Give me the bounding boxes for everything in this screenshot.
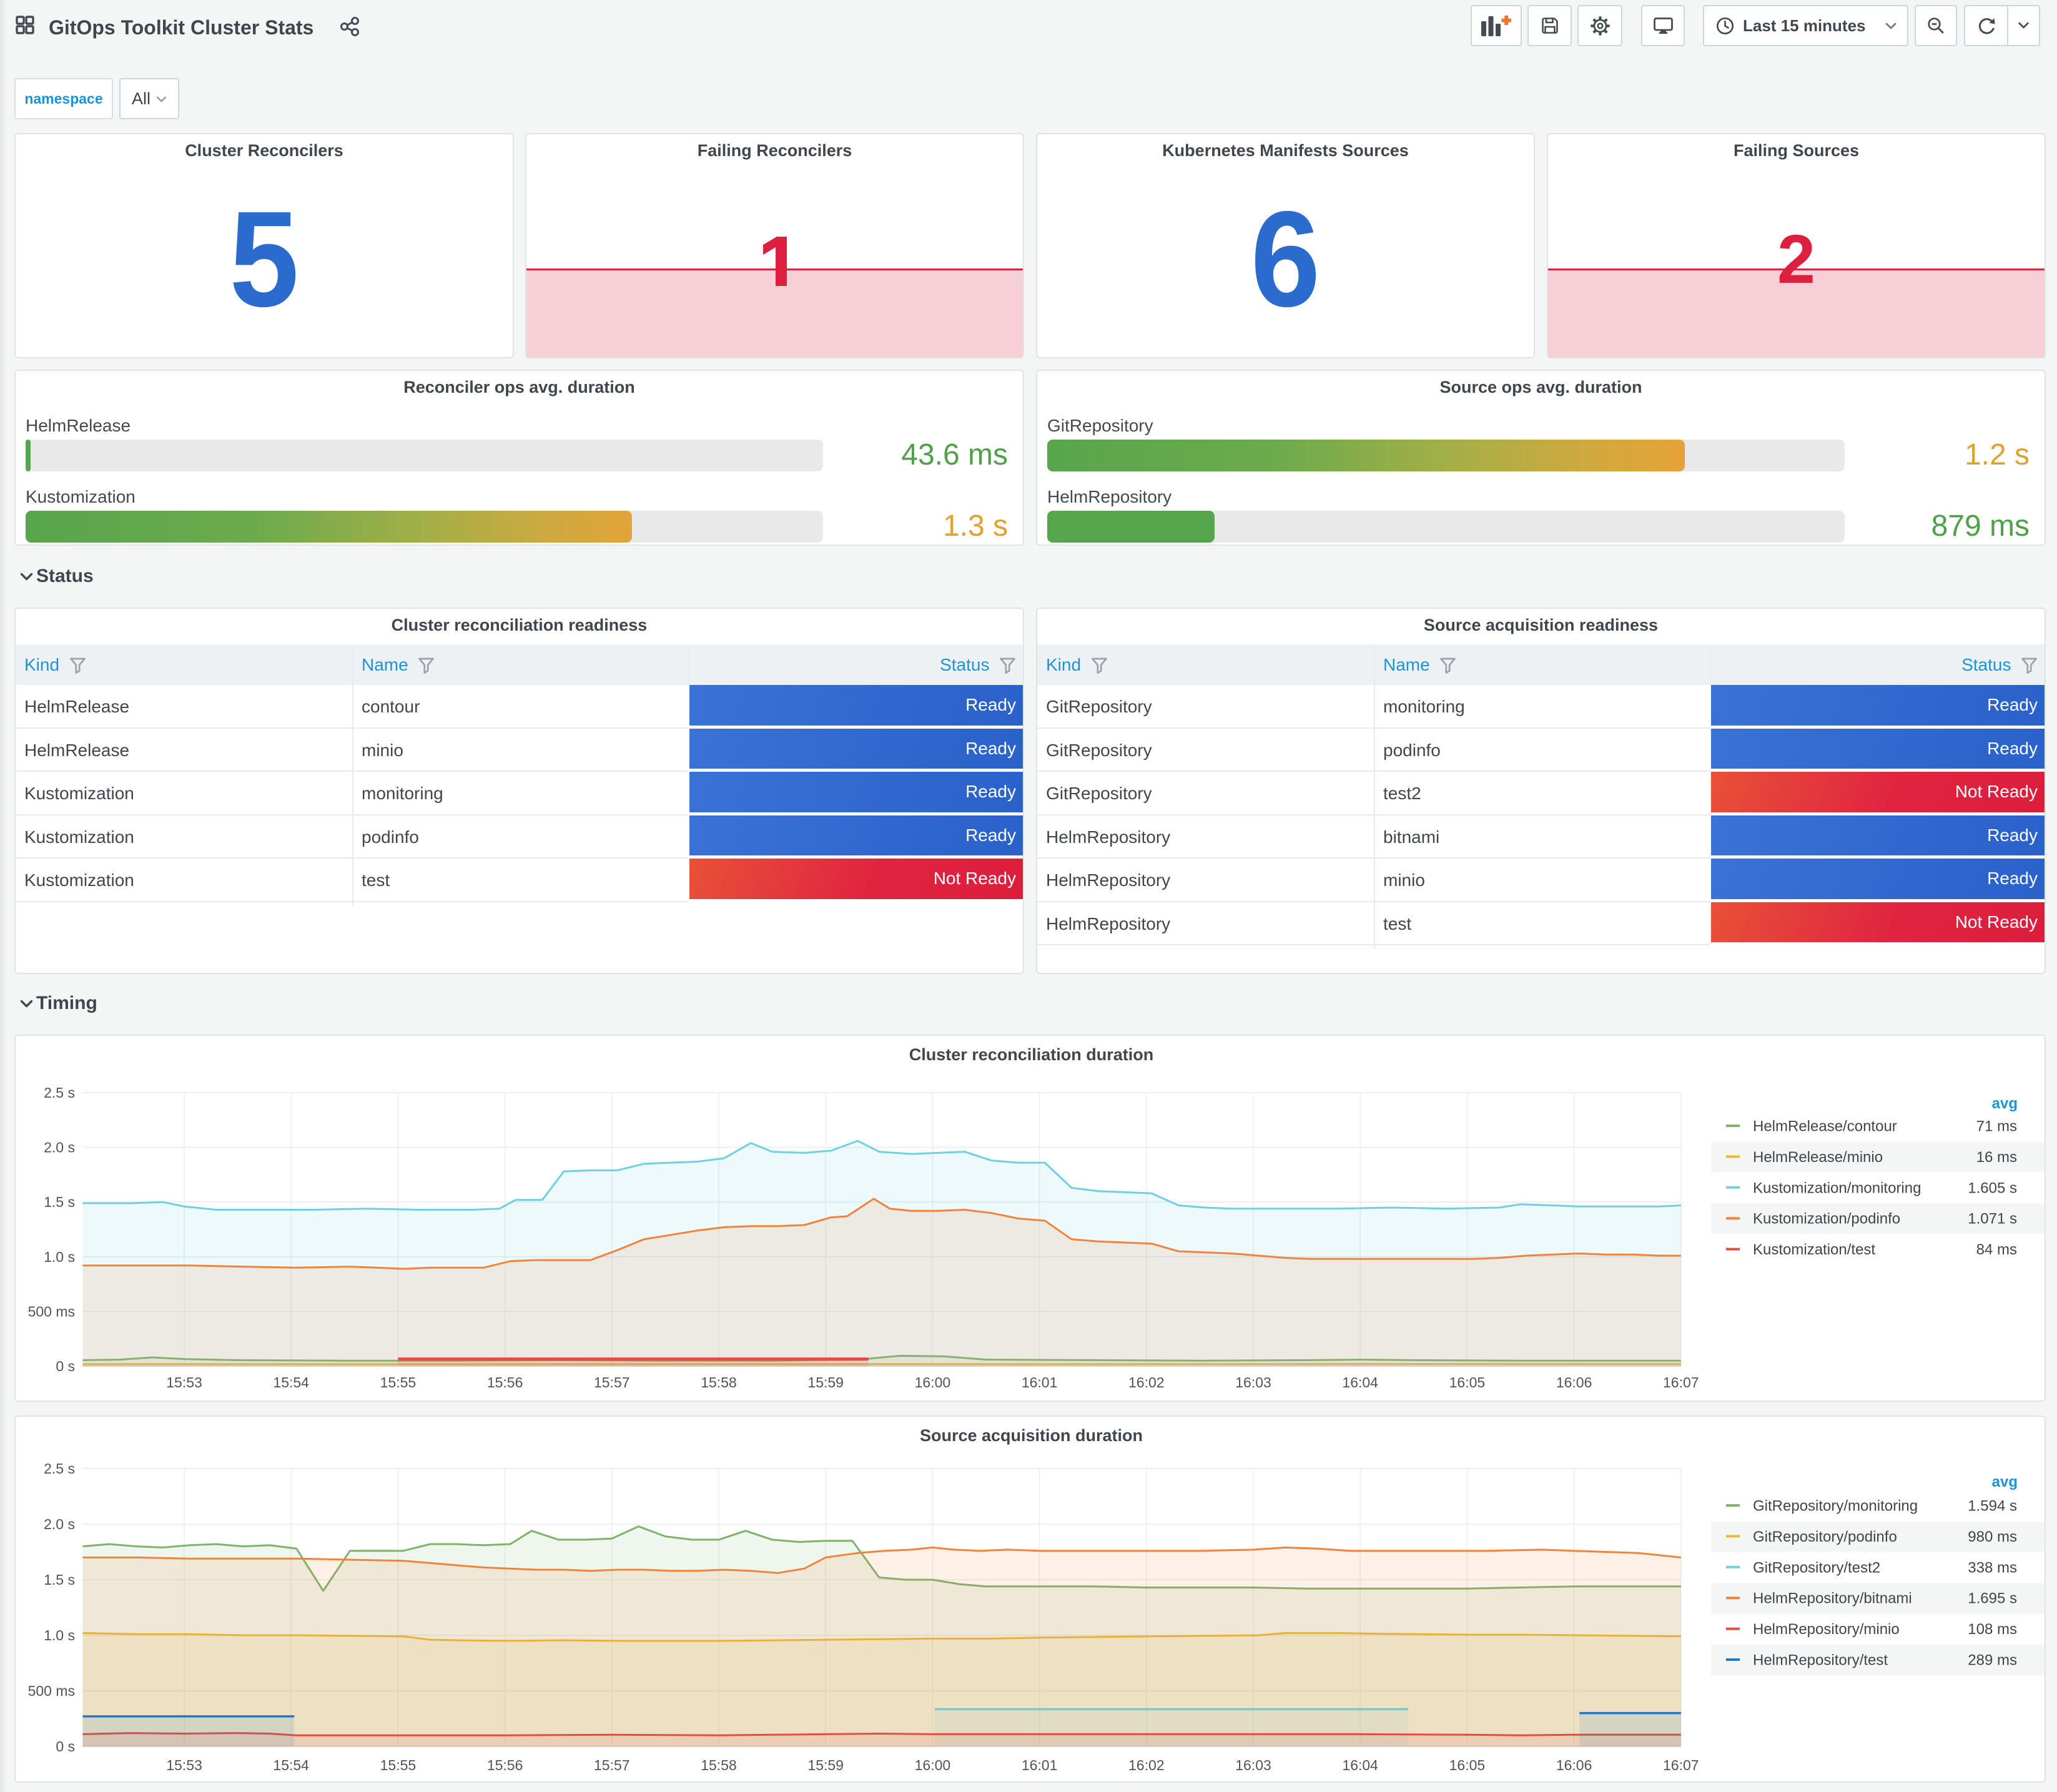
svg-text:1.071 s: 1.071 s <box>1968 1211 2017 1228</box>
svg-text:1.5 s: 1.5 s <box>44 1194 75 1210</box>
svg-text:16:04: 16:04 <box>1342 1757 1378 1773</box>
svg-text:GitRepository/podinfo: GitRepository/podinfo <box>1753 1529 1897 1545</box>
svg-text:16:01: 16:01 <box>1022 1374 1058 1391</box>
svg-text:avg: avg <box>1992 1095 2018 1112</box>
svg-text:338 ms: 338 ms <box>1968 1559 2017 1576</box>
svg-text:Cluster reconciliation duratio: Cluster reconciliation duration <box>909 1045 1154 1064</box>
svg-text:16:05: 16:05 <box>1449 1374 1486 1391</box>
svg-text:15:55: 15:55 <box>380 1757 417 1773</box>
svg-text:1.0 s: 1.0 s <box>44 1249 75 1265</box>
svg-text:15:53: 15:53 <box>166 1374 202 1391</box>
svg-text:980 ms: 980 ms <box>1968 1529 2017 1545</box>
svg-text:avg: avg <box>1992 1474 2018 1490</box>
svg-text:2.5 s: 2.5 s <box>44 1460 75 1477</box>
svg-text:2.0 s: 2.0 s <box>44 1516 75 1532</box>
svg-text:84 ms: 84 ms <box>1976 1241 2017 1258</box>
svg-text:Kustomization/podinfo: Kustomization/podinfo <box>1753 1211 1900 1228</box>
svg-text:HelmRelease/contour: HelmRelease/contour <box>1753 1118 1897 1135</box>
svg-text:1.0 s: 1.0 s <box>44 1627 75 1643</box>
svg-text:16 ms: 16 ms <box>1976 1149 2017 1166</box>
svg-text:GitRepository/test2: GitRepository/test2 <box>1753 1559 1880 1576</box>
svg-text:GitRepository/monitoring: GitRepository/monitoring <box>1753 1498 1918 1515</box>
svg-text:1.695 s: 1.695 s <box>1968 1590 2017 1607</box>
svg-text:16:04: 16:04 <box>1342 1374 1378 1391</box>
svg-text:500 ms: 500 ms <box>28 1683 75 1699</box>
svg-text:15:56: 15:56 <box>487 1374 523 1391</box>
svg-text:HelmRepository/minio: HelmRepository/minio <box>1753 1621 1900 1638</box>
svg-text:Kustomization/monitoring: Kustomization/monitoring <box>1753 1179 1921 1196</box>
svg-text:71 ms: 71 ms <box>1976 1118 2017 1135</box>
svg-text:15:56: 15:56 <box>487 1757 523 1773</box>
svg-text:16:03: 16:03 <box>1235 1374 1271 1391</box>
svg-text:16:00: 16:00 <box>915 1374 951 1391</box>
svg-text:15:57: 15:57 <box>594 1757 630 1773</box>
svg-text:HelmRepository/test: HelmRepository/test <box>1753 1652 1888 1669</box>
svg-text:16:05: 16:05 <box>1449 1757 1486 1773</box>
svg-text:15:58: 15:58 <box>701 1374 737 1391</box>
svg-text:2.0 s: 2.0 s <box>44 1140 75 1156</box>
svg-text:16:01: 16:01 <box>1022 1757 1058 1773</box>
svg-text:HelmRepository/bitnami: HelmRepository/bitnami <box>1753 1590 1912 1607</box>
svg-text:16:07: 16:07 <box>1663 1374 1699 1391</box>
svg-text:15:54: 15:54 <box>273 1757 309 1773</box>
svg-text:15:59: 15:59 <box>807 1757 844 1773</box>
svg-text:16:02: 16:02 <box>1128 1374 1165 1391</box>
svg-text:Kustomization/test: Kustomization/test <box>1753 1241 1875 1258</box>
svg-text:15:57: 15:57 <box>594 1374 630 1391</box>
svg-text:Source acquisition duration: Source acquisition duration <box>920 1426 1143 1445</box>
svg-text:15:55: 15:55 <box>380 1374 417 1391</box>
svg-text:15:54: 15:54 <box>273 1374 309 1391</box>
svg-text:1.605 s: 1.605 s <box>1968 1179 2017 1196</box>
svg-text:16:02: 16:02 <box>1128 1757 1165 1773</box>
svg-text:1.594 s: 1.594 s <box>1968 1498 2017 1515</box>
svg-text:15:59: 15:59 <box>807 1374 844 1391</box>
svg-text:15:58: 15:58 <box>701 1757 737 1773</box>
svg-text:16:00: 16:00 <box>915 1757 951 1773</box>
svg-text:289 ms: 289 ms <box>1968 1652 2017 1669</box>
svg-text:2.5 s: 2.5 s <box>44 1085 75 1101</box>
svg-text:15:53: 15:53 <box>166 1757 202 1773</box>
svg-text:16:07: 16:07 <box>1663 1757 1699 1773</box>
svg-text:16:03: 16:03 <box>1235 1757 1271 1773</box>
svg-text:0 s: 0 s <box>56 1738 75 1755</box>
svg-text:500 ms: 500 ms <box>28 1303 75 1319</box>
svg-text:16:06: 16:06 <box>1556 1757 1592 1773</box>
svg-text:1.5 s: 1.5 s <box>44 1572 75 1588</box>
svg-text:108 ms: 108 ms <box>1968 1621 2017 1638</box>
svg-text:HelmRelease/minio: HelmRelease/minio <box>1753 1149 1883 1166</box>
svg-text:16:06: 16:06 <box>1556 1374 1592 1391</box>
svg-text:0 s: 0 s <box>56 1358 75 1374</box>
